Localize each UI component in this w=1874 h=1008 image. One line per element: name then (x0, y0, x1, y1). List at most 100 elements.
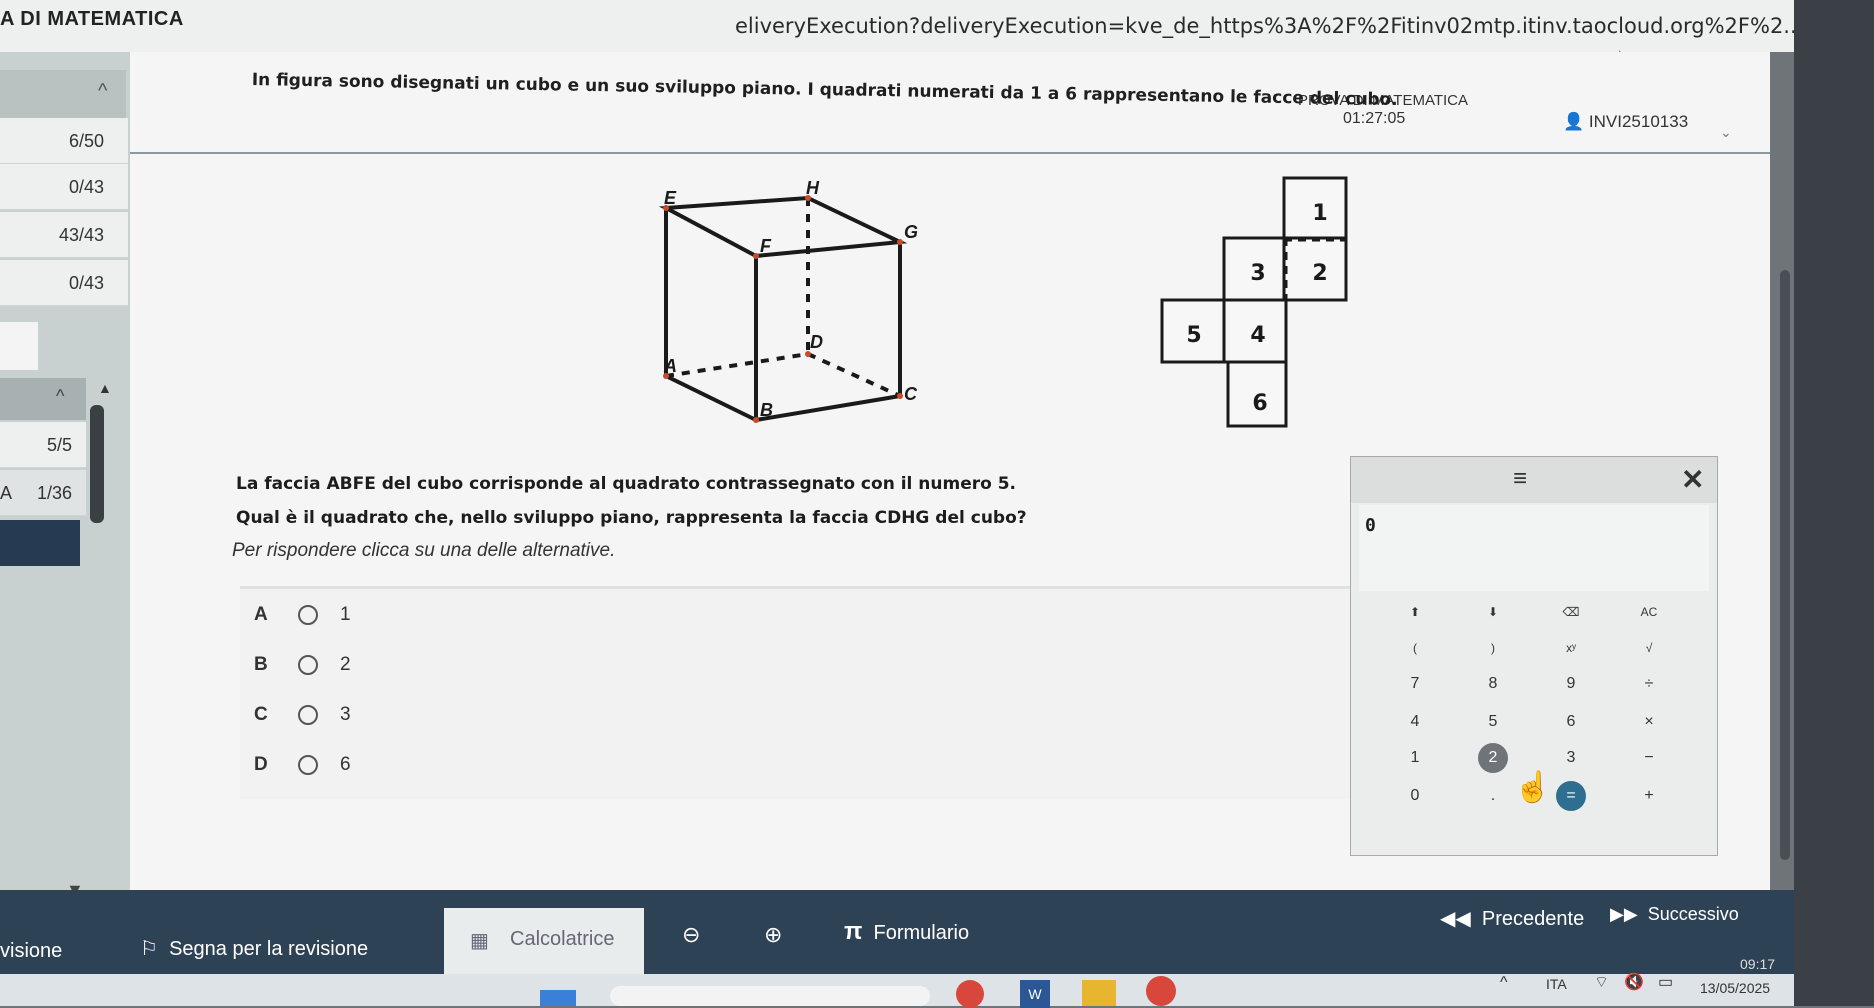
option-c[interactable]: C 3 (254, 695, 351, 735)
timer: 01:27:05 (1343, 110, 1406, 127)
net-face-3: 3 (1250, 261, 1265, 286)
wifi-icon[interactable]: ⌔ (1594, 972, 1609, 992)
option-d[interactable]: D 6 (254, 745, 351, 785)
sidebar-scrollbar[interactable] (90, 405, 104, 523)
section-collapse-toggle[interactable]: ^ (0, 70, 126, 118)
radio-button[interactable] (298, 655, 318, 675)
address-bar-url[interactable]: eliveryExecution?deliveryExecution=kve_d… (735, 14, 1803, 38)
plus-key[interactable]: + (1629, 781, 1669, 811)
close-paren-key[interactable]: ) (1473, 633, 1513, 663)
section-progress[interactable]: 0/43 (0, 260, 128, 306)
subsection-progress[interactable]: 5/5 (0, 422, 86, 468)
tray-expand-icon[interactable]: ^ (1500, 974, 1508, 992)
decimal-key[interactable]: . (1473, 781, 1513, 811)
calculator-button[interactable]: ▦ Calcolatrice (444, 908, 644, 974)
calculator-header[interactable] (1351, 457, 1717, 503)
section-progress[interactable]: 6/50 (0, 118, 128, 164)
folder-icon[interactable] (1082, 980, 1116, 1006)
sqrt-key[interactable]: √ (1629, 633, 1669, 663)
section-progress[interactable]: 0/43 (0, 164, 128, 210)
option-value: 6 (340, 754, 351, 775)
radio-button[interactable] (298, 755, 318, 775)
previous-button[interactable]: ◀◀ Precedente (1440, 906, 1584, 931)
key-5[interactable]: 5 (1473, 707, 1513, 737)
key-4[interactable]: 4 (1395, 707, 1435, 737)
key-1[interactable]: 1 (1395, 743, 1435, 773)
option-letter: D (254, 754, 268, 775)
arrow-up-key[interactable]: ⬆ (1395, 597, 1435, 627)
subsection-progress-current[interactable]: A 1/36 (0, 470, 86, 516)
vertex-label-g: G (904, 222, 918, 242)
option-value: 1 (340, 604, 351, 625)
user-id[interactable]: 👤 INVI2510133 (1563, 112, 1688, 132)
input-language[interactable]: ITA (1546, 976, 1567, 992)
cube-net-figure: 1 3 2 5 4 6 (1160, 176, 1348, 428)
option-value: 3 (340, 704, 351, 725)
key-8[interactable]: 8 (1473, 669, 1513, 699)
hamburger-icon[interactable]: ≡ (1513, 465, 1527, 493)
word-icon[interactable]: W (1020, 980, 1050, 1008)
option-a[interactable]: A 1 (254, 595, 351, 635)
key-0[interactable]: 0 (1395, 781, 1435, 811)
equals-key[interactable]: = (1556, 781, 1586, 811)
flag-review-button[interactable]: ⚐ Segna per la revisione (140, 936, 368, 961)
power-key[interactable]: xʸ (1551, 633, 1591, 663)
divide-key[interactable]: ÷ (1629, 669, 1669, 699)
vertex-label-b: B (760, 400, 773, 420)
next-button[interactable]: ▶▶ Successivo (1610, 904, 1739, 925)
minus-key[interactable]: − (1629, 743, 1669, 773)
option-letter: A (254, 604, 268, 625)
multiply-key[interactable]: × (1629, 707, 1669, 737)
backspace-key[interactable]: ⌫ (1551, 597, 1591, 627)
rewind-icon: ◀◀ (1440, 908, 1471, 930)
chrome-icon[interactable] (1146, 976, 1176, 1006)
vertex-label-c: C (904, 384, 918, 404)
calculator-display (1359, 505, 1709, 591)
flag-icon: ⚐ (140, 938, 158, 960)
review-list-button[interactable]: visione (0, 940, 62, 963)
radio-button[interactable] (298, 605, 318, 625)
net-face-6: 6 (1252, 391, 1267, 416)
zoom-in-icon[interactable]: ⊕ (764, 922, 782, 948)
os-taskbar (0, 974, 1874, 1006)
fast-forward-icon: ▶▶ (1610, 904, 1638, 924)
key-9[interactable]: 9 (1551, 669, 1591, 699)
subsection-collapse-toggle[interactable]: ^ (0, 378, 86, 420)
battery-icon[interactable]: ▭ (1658, 972, 1673, 992)
radio-button[interactable] (298, 705, 318, 725)
page-scrollbar[interactable] (1780, 270, 1790, 860)
clear-key[interactable]: AC (1629, 597, 1669, 627)
chrome-icon[interactable] (956, 980, 984, 1008)
sidebar-item-fragment[interactable] (0, 322, 38, 370)
zoom-out-icon[interactable]: ⊖ (682, 922, 700, 948)
taskbar-search[interactable] (610, 986, 930, 1006)
calculator-display-value: 0 (1365, 515, 1376, 536)
screen-edge (1794, 0, 1874, 1006)
sidebar-item-active[interactable] (0, 520, 80, 566)
calculator-icon: ▦ (470, 930, 489, 952)
question-prompt: Qual è il quadrato che, nello sviluppo p… (236, 508, 1027, 528)
net-face-4: 4 (1250, 323, 1265, 348)
key-3[interactable]: 3 (1551, 743, 1591, 773)
net-face-2: 2 (1312, 261, 1327, 286)
clock-date: 13/05/2025 (1700, 980, 1771, 996)
formulario-button[interactable]: π Formulario (844, 918, 969, 946)
option-b[interactable]: B 2 (254, 645, 351, 685)
vertex-label-d: D (810, 332, 823, 352)
key-2[interactable]: 2 (1478, 743, 1508, 773)
sidebar-prefix: A (0, 483, 13, 503)
divider (130, 152, 1770, 154)
key-7[interactable]: 7 (1395, 669, 1435, 699)
scroll-up-icon[interactable]: ▲ (98, 380, 112, 396)
volume-muted-icon[interactable]: 🔇 (1624, 972, 1644, 992)
arrow-down-key[interactable]: ⬇ (1473, 597, 1513, 627)
start-icon[interactable] (540, 990, 576, 1006)
question-statement: La faccia ABFE del cubo corrisponde al q… (236, 474, 1016, 494)
cube-figure: E H G F D A C B (658, 178, 918, 423)
open-paren-key[interactable]: ( (1395, 633, 1435, 663)
chevron-down-icon[interactable]: ⌄ (1720, 124, 1732, 141)
close-icon[interactable]: ✕ (1681, 463, 1704, 496)
previous-label: Precedente (1481, 908, 1585, 930)
key-6[interactable]: 6 (1551, 707, 1591, 737)
section-progress[interactable]: 43/43 (0, 212, 128, 258)
